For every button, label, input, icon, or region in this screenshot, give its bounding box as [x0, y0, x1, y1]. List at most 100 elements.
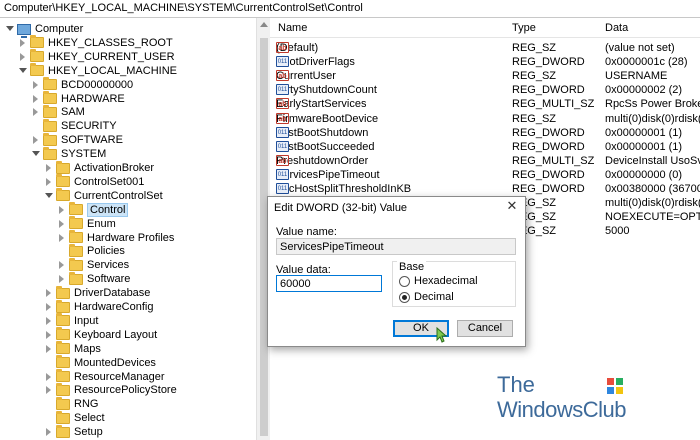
radio-decimal[interactable]: Decimal	[399, 291, 454, 303]
tree-node[interactable]: DriverDatabase	[43, 285, 151, 300]
folder-icon	[69, 202, 83, 216]
tree-node[interactable]: RNG	[43, 396, 98, 411]
column-header-type[interactable]: Type	[512, 22, 536, 34]
collapse-arrow-icon[interactable]	[30, 149, 40, 159]
base-group: Base Hexadecimal Decimal	[392, 261, 516, 307]
collapse-arrow-icon[interactable]	[4, 24, 14, 34]
expand-arrow-icon[interactable]	[17, 38, 27, 48]
computer-icon	[17, 23, 31, 38]
scroll-up-icon[interactable]	[260, 22, 268, 27]
expand-arrow-icon[interactable]	[30, 135, 40, 145]
values-header: Name Type Data	[270, 18, 700, 38]
folder-icon	[56, 188, 70, 202]
tree-node[interactable]: Control	[56, 202, 129, 217]
tree-node[interactable]: HARDWARE	[30, 91, 125, 106]
tree-node[interactable]: Input	[43, 313, 98, 328]
tree-node[interactable]: ActivationBroker	[43, 160, 154, 175]
expand-arrow-icon[interactable]	[56, 205, 66, 215]
tree-node[interactable]: Computer	[4, 22, 83, 38]
expand-arrow-icon[interactable]	[43, 302, 53, 312]
tree-node[interactable]: SYSTEM	[30, 146, 106, 161]
close-icon[interactable]: ✕	[505, 199, 519, 213]
tree-node[interactable]: Policies	[56, 243, 125, 258]
value-row[interactable]: 011 LastBootShutdown REG_DWORD 0x00000001 (…	[270, 126, 700, 141]
tree-node[interactable]: SECURITY	[30, 118, 117, 133]
tree-node[interactable]: ResourceManager	[43, 369, 165, 384]
expand-arrow-icon[interactable]	[30, 80, 40, 90]
expand-arrow-icon[interactable]	[56, 260, 66, 270]
value-row[interactable]: 011 LastBootSucceeded REG_DWORD 0x00000001 …	[270, 140, 700, 155]
value-type-cell: REG_MULTI_SZ	[512, 154, 595, 167]
expand-arrow-icon[interactable]	[30, 94, 40, 104]
radio-button-icon[interactable]	[399, 275, 410, 287]
folder-icon	[30, 63, 44, 77]
tree-node[interactable]: Select	[43, 410, 105, 425]
value-row[interactable]: ab FirmwareBootDevice REG_SZ multi(0)disk(0…	[270, 112, 700, 127]
value-row[interactable]: 011 BootDriverFlags REG_DWORD 0x0000001c (2…	[270, 56, 700, 70]
dword-value-icon: 011	[276, 84, 289, 96]
tree-node[interactable]: Software	[56, 271, 130, 286]
expand-arrow-icon[interactable]	[43, 288, 53, 298]
radio-button-selected-icon[interactable]	[399, 291, 410, 303]
tree-node[interactable]: Hardware Profiles	[56, 230, 174, 245]
expand-arrow-icon[interactable]	[56, 219, 66, 229]
tree-node[interactable]: Setup	[43, 424, 103, 439]
expand-arrow-icon[interactable]	[43, 177, 53, 187]
registry-tree[interactable]: Computer HKEY_CLASSES_ROOT HKEY_CURRENT_US…	[0, 18, 256, 440]
tree-node[interactable]: Services	[56, 257, 129, 272]
tree-node[interactable]: MountedDevices	[43, 355, 156, 370]
value-row[interactable]: 011 DirtyShutdownCount REG_DWORD 0x00000002…	[270, 84, 700, 98]
folder-icon	[43, 132, 57, 146]
expand-arrow-icon[interactable]	[43, 372, 53, 382]
tree-node[interactable]: Maps	[43, 341, 101, 356]
tree-node-label: HARDWARE	[61, 92, 125, 105]
value-name-cell: ab FirmwareBootDevice	[276, 112, 508, 125]
tree-node[interactable]: ResourcePolicyStore	[43, 382, 177, 397]
radio-hexadecimal[interactable]: Hexadecimal	[399, 275, 478, 287]
tree-node[interactable]: HardwareConfig	[43, 299, 153, 314]
folder-icon	[69, 230, 83, 243]
tree-node[interactable]: HKEY_CLASSES_ROOT	[17, 35, 173, 50]
tree-node[interactable]: HKEY_CURRENT_USER	[17, 49, 175, 64]
value-row[interactable]: ab (Default) REG_SZ (value not set)	[270, 42, 700, 56]
tree-node[interactable]: HKEY_LOCAL_MACHINE	[17, 63, 177, 78]
column-header-data[interactable]: Data	[605, 22, 628, 34]
logo-line1: The	[497, 372, 535, 397]
value-data-cell: (value not set)	[605, 42, 675, 54]
expand-arrow-icon[interactable]	[56, 274, 66, 284]
value-row[interactable]: 011 ServicesPipeTimeout REG_DWORD 0x0000000…	[270, 168, 700, 183]
collapse-arrow-icon[interactable]	[43, 191, 53, 201]
tree-node[interactable]: BCD00000000	[30, 77, 133, 92]
tree-node[interactable]: SAM	[30, 104, 85, 119]
expand-arrow-icon[interactable]	[43, 316, 53, 326]
expand-arrow-icon[interactable]	[43, 163, 53, 173]
expand-arrow-icon[interactable]	[30, 107, 40, 117]
tree-node[interactable]: Keyboard Layout	[43, 327, 157, 342]
expand-arrow-icon[interactable]	[56, 233, 66, 243]
address-bar[interactable]: Computer\HKEY_LOCAL_MACHINE\SYSTEM\Curre…	[0, 0, 700, 18]
expand-arrow-icon[interactable]	[43, 330, 53, 340]
tree-node-label: DriverDatabase	[74, 287, 151, 300]
expand-arrow-icon[interactable]	[43, 385, 53, 395]
expand-arrow-icon[interactable]	[43, 344, 53, 354]
tree-node[interactable]: CurrentControlSet	[43, 188, 163, 203]
value-row[interactable]: ab EarlyStartServices REG_MULTI_SZ RpcSs Po…	[270, 98, 700, 112]
column-header-name[interactable]: Name	[278, 22, 307, 34]
value-data-field[interactable]: 60000	[276, 275, 382, 292]
expand-arrow-icon[interactable]	[43, 427, 53, 437]
tree-node[interactable]: ControlSet001	[43, 174, 144, 189]
collapse-arrow-icon[interactable]	[17, 66, 27, 76]
value-row[interactable]: ab PreshutdownOrder REG_MULTI_SZ DeviceInst…	[270, 154, 700, 169]
value-row[interactable]: ab CurrentUser REG_SZ USERNAME	[270, 70, 700, 84]
value-name-text: ServicesPipeTimeout	[276, 168, 380, 181]
value-name-text: LastBootShutdown	[276, 126, 369, 139]
value-row[interactable]: 011 SvcHostSplitThresholdInKB REG_DWORD 0x0…	[270, 183, 700, 197]
value-type-cell: REG_DWORD	[512, 140, 585, 153]
expand-arrow-icon[interactable]	[17, 52, 27, 62]
folder-icon	[56, 341, 70, 355]
tree-node[interactable]: SOFTWARE	[30, 132, 123, 147]
cancel-button[interactable]: Cancel	[457, 320, 513, 337]
tree-node[interactable]: Enum	[56, 216, 116, 231]
value-name-label: Value name:	[276, 226, 337, 238]
